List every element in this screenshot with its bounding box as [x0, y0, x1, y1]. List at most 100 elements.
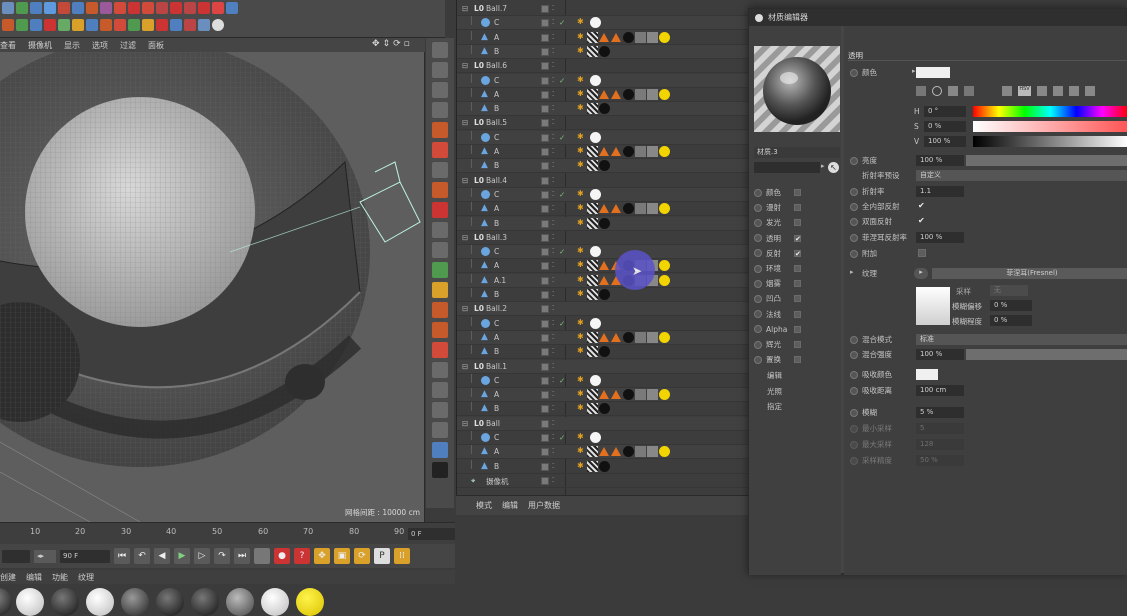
visibility-toggle[interactable] [541, 233, 549, 242]
channel-dot[interactable] [754, 355, 762, 364]
channel-checkbox[interactable] [794, 265, 801, 272]
channel-dot[interactable] [754, 264, 762, 273]
object-row[interactable]: ⊟ L0 Ball.1 ⁚ [457, 359, 748, 374]
texture-tag-icon[interactable] [587, 103, 598, 115]
refraction-field[interactable]: 1.1 [916, 186, 964, 197]
channel-item[interactable]: 反射 ✔ [754, 247, 840, 260]
sky-icon[interactable] [170, 19, 182, 31]
timeline-ruler[interactable]: 10 20 30 40 50 60 70 80 90 [0, 522, 455, 544]
channel-item[interactable]: 凹凸 [754, 292, 840, 305]
visibility-toggle[interactable] [541, 33, 549, 42]
animate-dot[interactable] [850, 217, 858, 226]
channel-dot[interactable] [754, 294, 762, 303]
material-tag-white[interactable] [590, 188, 601, 200]
swatch-icon[interactable] [964, 86, 974, 96]
collapse-toggle-icon[interactable]: ⊟ [462, 419, 468, 428]
phong-tag-icon[interactable]: ✱ [577, 375, 588, 386]
render-toggle[interactable]: ⁚ [552, 33, 556, 42]
mix-strength-slider[interactable] [966, 349, 1127, 360]
visibility-toggle[interactable] [541, 5, 549, 13]
animate-dot[interactable] [850, 233, 858, 242]
maximize-icon[interactable]: ▫ [404, 39, 410, 51]
channel-item[interactable]: 烟雾 [754, 277, 840, 290]
visibility-toggle[interactable] [541, 448, 549, 457]
material-menu-edit[interactable]: 编辑 [26, 572, 42, 583]
max-samples-field[interactable]: 128 [916, 439, 964, 450]
absorption-color-swatch[interactable] [916, 369, 938, 380]
channel-checkbox[interactable] [794, 341, 801, 348]
texture-tag-icon[interactable] [587, 203, 598, 215]
object-row[interactable]: ⊟ L0 Ball.6 ⁚ [457, 59, 748, 74]
material-tag-yellow[interactable] [659, 260, 670, 272]
child-row[interactable]: │ C ⁚ ✓ ✱ [457, 245, 748, 260]
material-tag-black[interactable] [623, 331, 634, 343]
animate-dot[interactable] [850, 68, 858, 77]
brightness-field[interactable]: 100 % [916, 155, 964, 166]
tab-mode[interactable]: 模式 [476, 500, 492, 511]
scene-manager-icon[interactable] [432, 442, 448, 458]
warning-tag-icon[interactable] [599, 446, 610, 457]
channel-checkbox[interactable] [794, 204, 801, 212]
warning-tag-icon[interactable] [611, 203, 622, 214]
channel-item[interactable]: 辉光 [754, 338, 840, 351]
collapse-toggle-icon[interactable]: ⊟ [462, 4, 468, 13]
render-toggle[interactable]: ⁚ [552, 390, 556, 399]
visibility-toggle[interactable] [541, 348, 549, 357]
material-tag-white[interactable] [590, 246, 601, 258]
material-tag-white[interactable] [590, 374, 601, 386]
animate-dot[interactable] [850, 350, 858, 359]
lock-icon[interactable] [432, 222, 448, 238]
material-menu-function[interactable]: 功能 [52, 572, 68, 583]
texture-tag-icon[interactable] [587, 403, 598, 415]
record-disabled-button[interactable] [254, 548, 270, 564]
material-tag-glass[interactable] [635, 203, 646, 215]
warning-tag-icon[interactable] [599, 32, 610, 43]
min-samples-field[interactable]: 5 [916, 423, 964, 434]
visibility-toggle[interactable] [541, 133, 549, 142]
image-picker-icon[interactable] [948, 86, 958, 96]
render-toggle[interactable]: ⁚ [552, 104, 556, 113]
prev-frame-button[interactable]: ◀ [154, 548, 170, 564]
channel-checkbox[interactable] [794, 310, 801, 318]
visibility-toggle[interactable] [541, 190, 549, 199]
animate-dot[interactable] [850, 408, 858, 417]
child-row[interactable]: │ ▲ B ⁚ ✱ [457, 159, 748, 174]
render-toggle[interactable]: ⁚ [552, 376, 556, 385]
texture-tag-icon[interactable] [587, 88, 598, 100]
visibility-toggle[interactable] [541, 148, 549, 156]
visibility-toggle[interactable] [541, 305, 549, 314]
animate-dot[interactable] [850, 424, 858, 433]
move-icon[interactable]: ✥ [372, 39, 380, 51]
rotate-tool-icon[interactable] [44, 19, 56, 31]
spectrum-mode-icon[interactable] [1069, 86, 1079, 96]
texture-tag-icon[interactable] [587, 217, 598, 229]
texture-tag-icon[interactable] [587, 31, 598, 43]
value-field[interactable]: 100 % [924, 136, 966, 147]
material-tag-white[interactable] [590, 17, 601, 29]
saturation-field[interactable]: 0 % [924, 121, 966, 132]
object-row[interactable]: ⊟ L0 Ball.3 ⁚ [457, 231, 748, 245]
channel-checkbox[interactable] [794, 219, 801, 227]
render-toggle[interactable]: ⁚ [552, 219, 556, 228]
channel-checkbox[interactable] [794, 280, 801, 288]
visibility-toggle[interactable] [541, 262, 549, 271]
render-toggle[interactable]: ⁚ [552, 190, 556, 199]
material-tag-black[interactable] [623, 203, 634, 215]
keyframe-rotate-icon[interactable]: ⟳ [354, 548, 370, 564]
blur-offset-field[interactable]: 0 % [990, 300, 1032, 311]
visibility-toggle[interactable] [541, 434, 549, 442]
render-toggle[interactable]: ⁚ [552, 290, 556, 299]
cube-icon[interactable] [2, 2, 14, 14]
rgb-mode-icon[interactable] [1002, 86, 1012, 96]
channel-checkbox[interactable] [794, 295, 801, 303]
link-icon[interactable] [432, 422, 448, 438]
material-editor-titlebar[interactable]: 材质编辑器 [749, 9, 1126, 26]
sculpt-icon[interactable] [170, 2, 182, 14]
material-tag-yellow[interactable] [659, 446, 670, 458]
material-menu-create[interactable]: 创建 [0, 572, 16, 583]
collapse-toggle-icon[interactable]: ⊟ [462, 362, 468, 371]
material-thumb[interactable] [296, 588, 324, 616]
animate-dot[interactable] [850, 156, 858, 165]
visibility-toggle[interactable] [541, 476, 549, 485]
perspective-icon[interactable] [432, 42, 448, 58]
